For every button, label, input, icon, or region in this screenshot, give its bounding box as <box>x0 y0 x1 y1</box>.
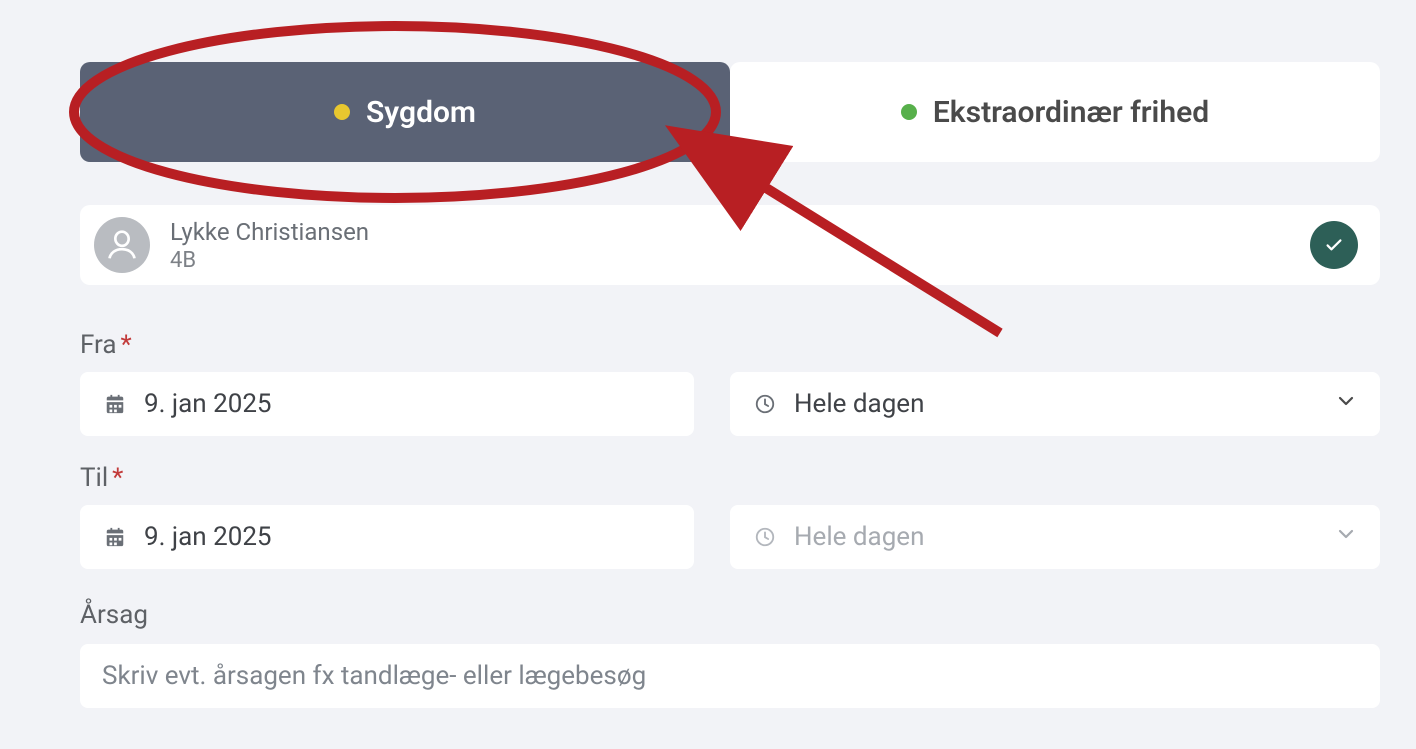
reason-label: Årsag <box>80 600 148 630</box>
to-time-value: Hele dagen <box>794 522 1334 552</box>
from-time-value: Hele dagen <box>794 389 1334 419</box>
form-container: Sygdom Ekstraordinær frihed Lykke Christ… <box>0 0 1416 749</box>
check-icon <box>1323 234 1345 256</box>
child-name: Lykke Christiansen <box>170 218 369 246</box>
child-class: 4B <box>170 248 369 273</box>
clock-icon <box>752 526 778 548</box>
tab-illness[interactable]: Sygdom <box>80 62 730 162</box>
from-time-select[interactable]: Hele dagen <box>730 372 1380 436</box>
person-icon <box>102 225 142 265</box>
required-mark: * <box>121 330 132 360</box>
chevron-down-icon <box>1334 522 1358 553</box>
reason-field-wrapper <box>80 644 1380 708</box>
child-info: Lykke Christiansen 4B <box>170 218 369 273</box>
tab-extra-label: Ekstraordinær frihed <box>933 95 1209 130</box>
selected-badge <box>1310 221 1358 269</box>
absence-type-tabs: Sygdom Ekstraordinær frihed <box>80 62 1380 162</box>
chevron-down-icon <box>1334 389 1358 420</box>
to-date-picker[interactable]: 9. jan 2025 <box>80 505 694 569</box>
reason-input[interactable] <box>102 661 1358 691</box>
from-label: Fra* <box>80 330 132 360</box>
to-time-select[interactable]: Hele dagen <box>730 505 1380 569</box>
status-dot-icon <box>901 104 917 120</box>
child-selector-row[interactable]: Lykke Christiansen 4B <box>80 205 1380 285</box>
avatar <box>94 217 150 273</box>
from-date-value: 9. jan 2025 <box>144 389 672 419</box>
clock-icon <box>752 393 778 415</box>
to-label: Til* <box>80 463 123 493</box>
required-mark: * <box>112 463 123 493</box>
tab-extraordinary-leave[interactable]: Ekstraordinær frihed <box>730 62 1380 162</box>
calendar-icon <box>102 393 128 415</box>
from-date-picker[interactable]: 9. jan 2025 <box>80 372 694 436</box>
status-dot-icon <box>334 104 350 120</box>
to-date-value: 9. jan 2025 <box>144 522 672 552</box>
calendar-icon <box>102 526 128 548</box>
tab-illness-label: Sygdom <box>366 95 476 130</box>
